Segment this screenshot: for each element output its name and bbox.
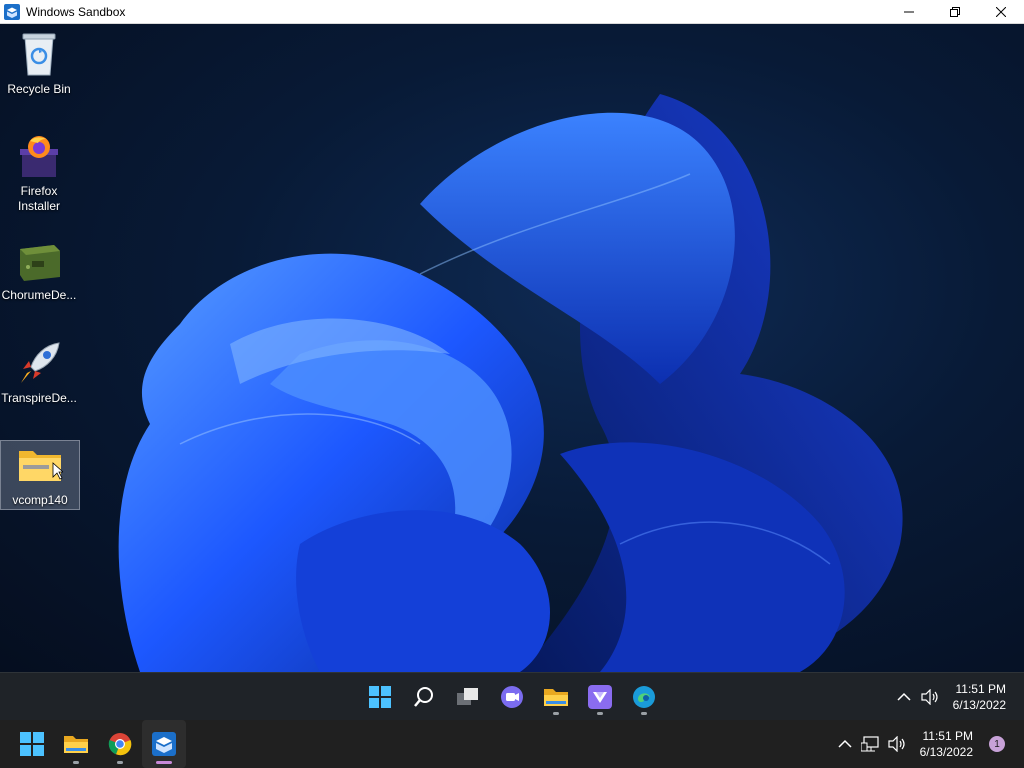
start-icon bbox=[369, 686, 391, 708]
clock-date: 6/13/2022 bbox=[952, 698, 1006, 712]
host-taskbar: 11:51 PM 6/13/2022 1 bbox=[0, 720, 1024, 768]
volume-icon bbox=[921, 689, 938, 705]
desktop-icon-label: Firefox Installer bbox=[17, 184, 61, 213]
desktop-icon-label: TranspireDe... bbox=[1, 391, 77, 405]
host-clock[interactable]: 11:51 PM 6/13/2022 bbox=[920, 728, 973, 760]
volume-button[interactable] bbox=[919, 686, 941, 708]
desktop-icon-label: vcomp140 bbox=[12, 493, 68, 507]
running-indicator bbox=[117, 761, 123, 764]
host-windows-sandbox-button[interactable] bbox=[142, 720, 186, 768]
search-button[interactable] bbox=[402, 673, 446, 721]
running-indicator bbox=[73, 761, 79, 764]
chrome-icon bbox=[108, 733, 132, 756]
chat-icon bbox=[501, 686, 523, 708]
windows-sandbox-icon bbox=[152, 732, 176, 756]
sandbox-title-bar[interactable]: Windows Sandbox bbox=[0, 0, 1024, 24]
notification-badge[interactable]: 1 bbox=[989, 736, 1005, 752]
chevron-up-icon bbox=[838, 739, 852, 748]
desktop-icon-chorume[interactable]: ChorumeDe... bbox=[0, 236, 78, 303]
chevron-up-icon bbox=[897, 692, 911, 701]
sandbox-taskbar: 11:51 PM 6/13/2022 bbox=[0, 672, 1024, 721]
desktop-icon-vcomp140[interactable]: vcomp140 bbox=[0, 440, 80, 510]
start-icon bbox=[20, 732, 44, 756]
clock-time: 11:51 PM bbox=[955, 682, 1006, 696]
file-explorer-button[interactable] bbox=[534, 673, 578, 721]
task-view-icon bbox=[457, 688, 478, 705]
desktop-icon-transpire[interactable]: TranspireDe... bbox=[0, 339, 78, 406]
minimize-button[interactable] bbox=[886, 0, 932, 23]
host-show-hidden-icons-button[interactable] bbox=[834, 733, 856, 755]
running-indicator bbox=[641, 712, 647, 715]
wallpaper-bloom bbox=[118, 94, 903, 672]
host-network-button[interactable] bbox=[860, 733, 882, 755]
network-icon bbox=[860, 736, 879, 752]
running-indicator bbox=[156, 761, 172, 764]
restore-button[interactable] bbox=[932, 0, 978, 23]
sandbox-app-icon bbox=[588, 685, 612, 709]
zip-folder-icon bbox=[16, 441, 64, 489]
sandbox-app-button[interactable] bbox=[578, 673, 622, 721]
file-explorer-icon bbox=[544, 689, 568, 706]
running-indicator bbox=[553, 712, 559, 715]
host-chrome-button[interactable] bbox=[98, 720, 142, 768]
restore-icon bbox=[950, 6, 960, 17]
show-hidden-icons-button[interactable] bbox=[893, 686, 915, 708]
host-file-explorer-button[interactable] bbox=[54, 720, 98, 768]
running-indicator bbox=[597, 712, 603, 715]
sandbox-clock[interactable]: 11:51 PM 6/13/2022 bbox=[953, 681, 1006, 713]
desktop-icon-label: Recycle Bin bbox=[7, 82, 71, 96]
rocket-icon bbox=[15, 339, 63, 387]
firefox-installer-icon bbox=[15, 132, 63, 180]
minimize-icon bbox=[904, 11, 914, 12]
edge-icon bbox=[633, 686, 655, 708]
close-button[interactable] bbox=[978, 0, 1024, 23]
desktop[interactable]: Recycle Bin Firefox Installer ChorumeDe.… bbox=[0, 24, 1024, 672]
host-start-button[interactable] bbox=[10, 720, 54, 768]
file-explorer-icon bbox=[64, 736, 88, 753]
desktop-icon-recycle-bin[interactable]: Recycle Bin bbox=[0, 30, 78, 97]
chorume-icon bbox=[15, 236, 63, 284]
volume-icon bbox=[888, 736, 905, 752]
desktop-icon-firefox-installer[interactable]: Firefox Installer bbox=[0, 132, 78, 214]
chat-button[interactable] bbox=[490, 673, 534, 721]
clock-date: 6/13/2022 bbox=[919, 745, 973, 759]
edge-button[interactable] bbox=[622, 673, 666, 721]
start-button[interactable] bbox=[358, 673, 402, 721]
close-icon bbox=[996, 6, 1006, 17]
task-view-button[interactable] bbox=[446, 673, 490, 721]
recycle-bin-icon bbox=[15, 30, 63, 78]
sandbox-app-icon bbox=[4, 3, 20, 20]
desktop-icon-label: ChorumeDe... bbox=[1, 288, 77, 302]
window-title: Windows Sandbox bbox=[26, 4, 126, 19]
clock-time: 11:51 PM bbox=[922, 729, 973, 743]
host-volume-button[interactable] bbox=[886, 733, 908, 755]
search-icon bbox=[414, 687, 433, 707]
